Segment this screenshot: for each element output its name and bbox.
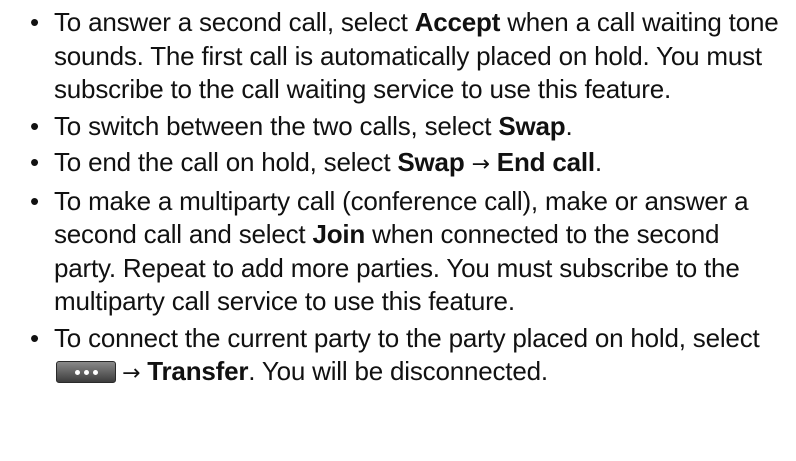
document-page: • To answer a second call, select Accept… xyxy=(0,0,796,461)
item-text: . xyxy=(594,147,602,177)
item-bold: Swap xyxy=(498,110,566,141)
bullet-dot: • xyxy=(30,7,39,37)
list-item-accept: • To answer a second call, select Accept… xyxy=(30,6,788,107)
bullet-dot: • xyxy=(30,147,39,177)
arrow-icon: → xyxy=(122,361,141,386)
bullet-dot: • xyxy=(30,110,39,141)
list-item-transfer: • To connect the current party to the pa… xyxy=(30,322,788,391)
more-options-icon xyxy=(56,361,116,383)
item-text: . xyxy=(565,110,573,141)
bullet-dot: • xyxy=(30,185,39,216)
item-bold: Transfer xyxy=(147,356,249,386)
bullet-dot: • xyxy=(30,322,39,353)
list-item-end-call: • To end the call on hold, select Swap →… xyxy=(30,146,788,182)
item-text: To switch between the two calls, select xyxy=(54,110,499,141)
item-text: . You will be disconnected. xyxy=(248,356,548,386)
item-text: To end the call on hold, select xyxy=(54,147,398,177)
list-item-join: • To make a multiparty call (conference … xyxy=(30,185,788,319)
list-item-swap: • To switch between the two calls, selec… xyxy=(30,110,788,144)
item-text: To answer a second call, select xyxy=(54,7,415,37)
item-bold: End call xyxy=(496,147,595,177)
arrow-icon: → xyxy=(471,152,490,177)
item-bold: Join xyxy=(312,219,366,249)
item-text: To connect the current party to the part… xyxy=(54,322,760,353)
item-bold: Accept xyxy=(414,7,501,37)
bullet-list: • To answer a second call, select Accept… xyxy=(30,6,788,391)
item-bold: Swap xyxy=(397,147,465,177)
